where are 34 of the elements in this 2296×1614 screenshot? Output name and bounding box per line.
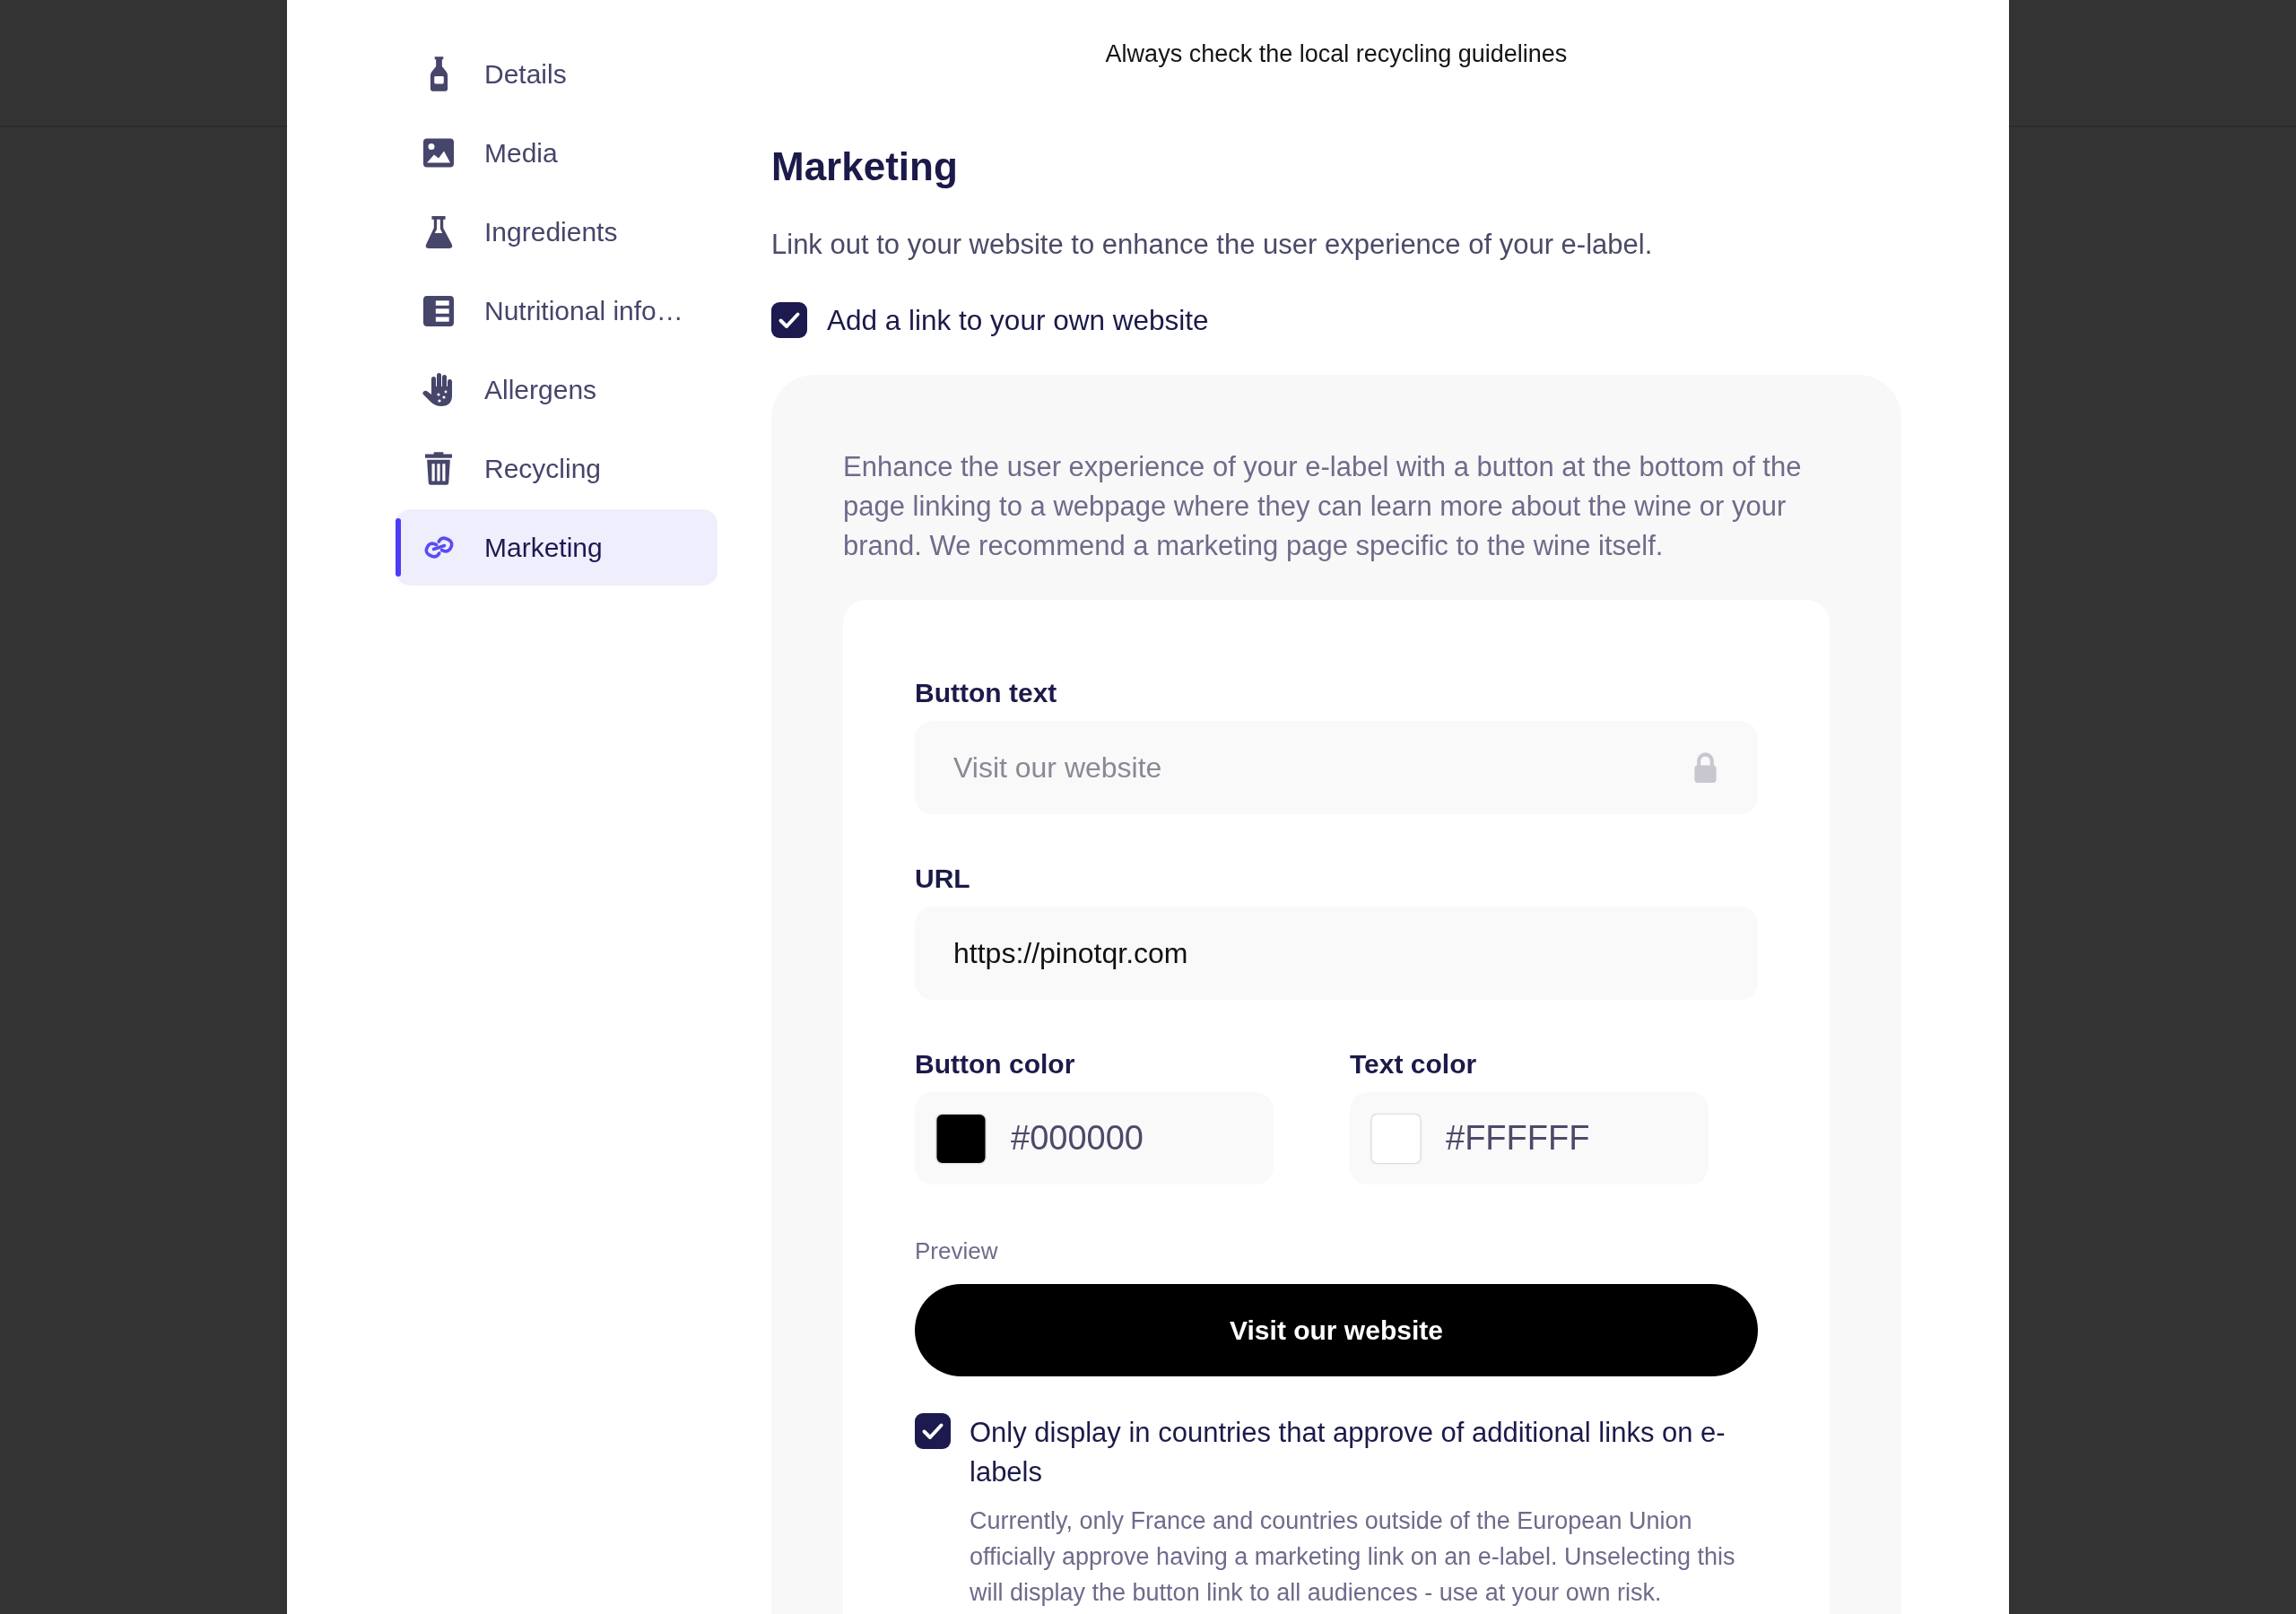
color-swatch-icon — [935, 1113, 987, 1164]
url-field[interactable]: https://pinotqr.com — [915, 907, 1758, 1000]
sidebar-item[interactable]: Ingredients — [396, 194, 718, 270]
sidebar-item[interactable]: Marketing — [396, 509, 718, 586]
sidebar-item[interactable]: Recycling — [396, 430, 718, 507]
image-icon — [423, 138, 454, 168]
color-swatch-icon — [1370, 1113, 1422, 1164]
checkbox-label: Add a link to your own website — [827, 303, 1209, 338]
notice-text: Always check the local recycling guidelines — [1105, 39, 1568, 69]
field-label: Button text — [915, 677, 1057, 709]
trash-icon — [425, 452, 452, 485]
color-field[interactable]: #FFFFFF — [1350, 1092, 1709, 1184]
bottle-icon — [428, 56, 449, 91]
sidebar-item[interactable]: Media — [396, 115, 718, 191]
field-label: Text color — [1350, 1048, 1477, 1080]
help-text: Currently, only France and countries outside of the European Union officially approve having a marketing link on an e-label. Unselecting this will display the button link to all audiences - use at your own risk. — [970, 1506, 1736, 1608]
checkbox-label: Only display in countries that approve of additional links on e-labels — [970, 1416, 1726, 1489]
preview-button[interactable]: Visit our website — [915, 1284, 1758, 1376]
checkbox[interactable] — [915, 1413, 951, 1449]
hand-icon — [422, 373, 455, 406]
sidebar-item[interactable]: Nutritional info… — [396, 273, 718, 349]
section-description: Link out to your website to enhance the user experience of your e-label. — [771, 228, 1653, 262]
sidebar-item[interactable]: Details — [396, 36, 718, 112]
preview-label: Preview — [915, 1237, 998, 1266]
section-title: Marketing — [771, 143, 958, 190]
document-icon — [423, 295, 454, 326]
flask-icon — [424, 215, 453, 248]
checkbox[interactable] — [771, 302, 807, 338]
color-field[interactable]: #000000 — [915, 1092, 1274, 1184]
sidebar-item[interactable]: Allergens — [396, 351, 718, 428]
field-label: Button color — [915, 1048, 1075, 1080]
lock-icon — [1693, 752, 1718, 783]
field-label: URL — [915, 863, 970, 895]
panel-description: Enhance the user experience of your e-label with a button at the bottom of the page linking to a webpage where they can learn more about the wine or your brand. We recommend a marketing page specific to the wine itself. — [843, 450, 1803, 563]
